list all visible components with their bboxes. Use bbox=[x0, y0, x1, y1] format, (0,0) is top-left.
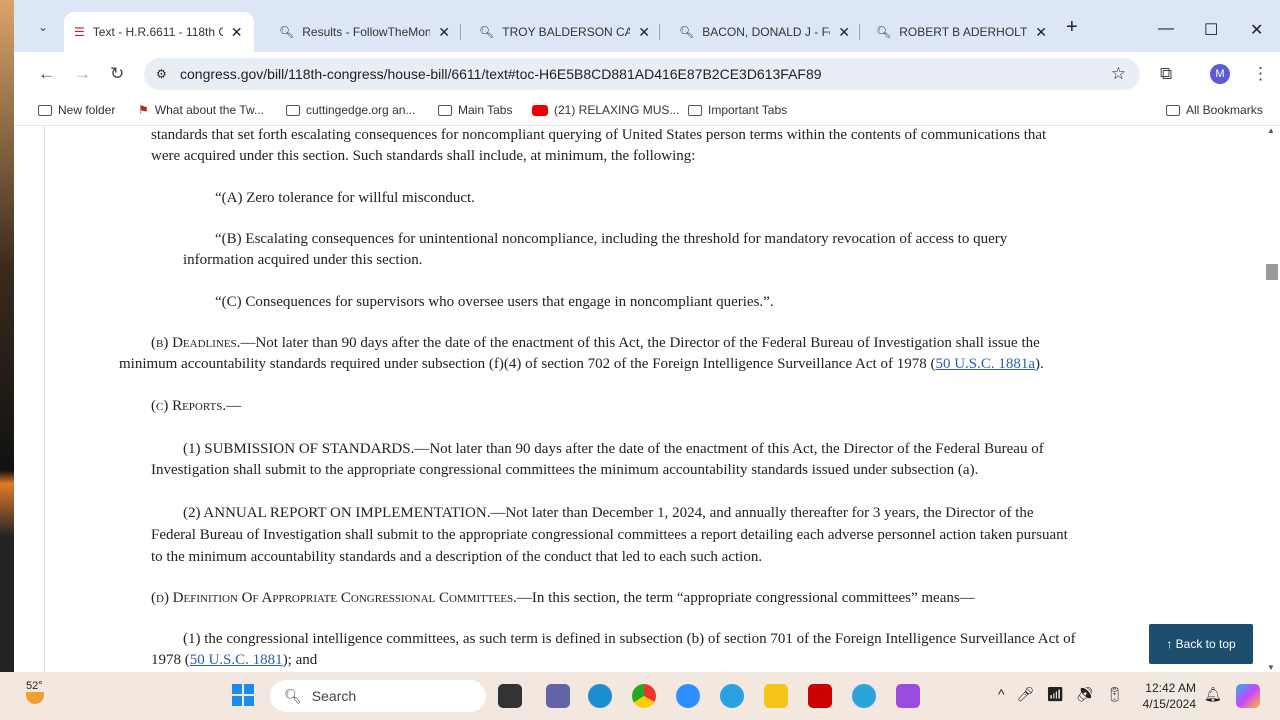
bookmark-item[interactable]: New folder bbox=[38, 103, 115, 117]
system-tray-icons[interactable]: ^🎤︎📶︎🔊︎🔋︎ bbox=[998, 686, 1136, 703]
bookmark-item[interactable]: Main Tabs bbox=[438, 103, 512, 117]
folder-icon bbox=[1166, 104, 1180, 116]
back-button[interactable]: ← bbox=[38, 64, 55, 84]
usc-link[interactable]: 50 U.S.C. 1881a bbox=[935, 356, 1035, 372]
zoom-icon[interactable] bbox=[676, 684, 700, 708]
tab[interactable]: 🔍︎ Results - FollowTheMoney ✕ bbox=[269, 12, 464, 52]
search-icon: 🔍︎ bbox=[876, 25, 892, 39]
close-tab-icon[interactable]: ✕ bbox=[231, 24, 243, 41]
telegram-icon[interactable] bbox=[852, 684, 876, 708]
copilot-icon[interactable] bbox=[1236, 684, 1260, 708]
back-to-top-button[interactable]: ↑ Back to top bbox=[1149, 624, 1253, 664]
tab-active[interactable]: ☰Text - H.R.6611 - 118th Congress✕ bbox=[64, 12, 254, 52]
task-view-icon[interactable] bbox=[498, 684, 522, 708]
site-info-icon[interactable]: ⚙ bbox=[156, 67, 167, 81]
help-icon[interactable] bbox=[720, 684, 744, 708]
bookmarks-bar: New folder ⚑ What about the Tw... cutting… bbox=[14, 96, 1280, 126]
close-tab-icon[interactable]: ✕ bbox=[838, 24, 850, 41]
youtube-icon bbox=[532, 104, 548, 116]
bill-text: standards that set forth escalating cons… bbox=[44, 126, 1262, 672]
close-window-button[interactable]: ✕ bbox=[1250, 20, 1263, 40]
search-icon: 🔍︎ bbox=[279, 25, 295, 39]
url-input[interactable]: ⚙ congress.gov/bill/118th-congress/house-… bbox=[144, 58, 1140, 90]
bookmark-item[interactable]: Important Tabs bbox=[688, 103, 787, 117]
reload-button[interactable]: ↻ bbox=[110, 64, 124, 84]
folder-icon bbox=[286, 104, 300, 116]
us-flag-icon: ☰ bbox=[74, 25, 85, 39]
maximize-button[interactable]: ☐ bbox=[1204, 20, 1218, 40]
profile-avatar[interactable]: M bbox=[1210, 64, 1230, 84]
menu-icon[interactable]: ⋮ bbox=[1252, 64, 1269, 84]
scrollbar[interactable]: ▲ ▼ bbox=[1262, 126, 1280, 672]
all-bookmarks[interactable]: All Bookmarks bbox=[1166, 103, 1263, 117]
close-tab-icon[interactable]: ✕ bbox=[1035, 24, 1047, 41]
folder-icon bbox=[688, 104, 702, 116]
bookmark-star-icon[interactable]: ☆ bbox=[1111, 64, 1126, 84]
windows-start-icon[interactable] bbox=[232, 684, 254, 706]
taskbar: 52° 🔍︎ Search ^🎤︎📶︎🔊︎🔋︎ 12:42 AM 4/15/2024… bbox=[0, 672, 1280, 720]
scrollbar-thumb[interactable] bbox=[1266, 264, 1278, 280]
close-tab-icon[interactable]: ✕ bbox=[438, 24, 450, 41]
bookmark-item[interactable]: cuttingedge.org an... bbox=[286, 103, 415, 117]
tab-bar: ⌄ ☰Text - H.R.6611 - 118th Congress✕ 🔍︎R… bbox=[14, 0, 1280, 52]
tab-search-chevron-icon[interactable]: ⌄ bbox=[38, 20, 48, 34]
taskbar-search[interactable]: 🔍︎ Search bbox=[270, 680, 486, 712]
tab[interactable]: 🔍︎TROY BALDERSON CAMPAIGN✕ bbox=[469, 12, 664, 52]
bookmark-item[interactable]: ⚑ What about the Tw... bbox=[138, 103, 264, 117]
acrobat-icon[interactable] bbox=[808, 684, 832, 708]
new-tab-button[interactable]: + bbox=[1066, 16, 1078, 39]
address-bar-row: ← → ↻ ⚙ congress.gov/bill/118th-congress/… bbox=[14, 52, 1280, 96]
notification-bell-icon[interactable]: 🔔︎ bbox=[1204, 686, 1222, 703]
minimize-button[interactable]: — bbox=[1158, 20, 1174, 38]
edge-icon[interactable] bbox=[588, 684, 612, 708]
close-tab-icon[interactable]: ✕ bbox=[638, 24, 650, 41]
folder-icon bbox=[438, 104, 452, 116]
extensions-icon[interactable]: ⧉ bbox=[1160, 64, 1172, 84]
clock[interactable]: 12:42 AM 4/15/2024 bbox=[1140, 680, 1196, 712]
flag-icon: ⚑ bbox=[138, 103, 149, 117]
weather-widget[interactable]: 52° bbox=[26, 680, 44, 704]
tab[interactable]: 🔍︎ROBERT B ADERHOLT CAMPAIGN✕ bbox=[866, 12, 1061, 52]
chrome-icon[interactable] bbox=[632, 684, 656, 708]
browser-window: ⌄ ☰Text - H.R.6611 - 118th Congress✕ 🔍︎R… bbox=[14, 0, 1280, 672]
folder-icon bbox=[38, 104, 52, 116]
search-icon: 🔍︎ bbox=[479, 25, 495, 39]
file-explorer-icon[interactable] bbox=[764, 684, 788, 708]
search-icon: 🔍︎ bbox=[284, 687, 302, 704]
clipchamp-icon[interactable] bbox=[896, 684, 920, 708]
tab[interactable]: 🔍︎BACON, DONALD J - FollowTheMoney✕ bbox=[669, 12, 864, 52]
usc-link[interactable]: 50 U.S.C. 1881 bbox=[190, 652, 283, 668]
desktop-background bbox=[0, 0, 14, 672]
forward-button[interactable]: → bbox=[74, 64, 91, 84]
search-icon: 🔍︎ bbox=[679, 25, 695, 39]
teams-icon[interactable] bbox=[546, 684, 570, 708]
bookmark-item[interactable]: (21) RELAXING MUS... bbox=[532, 103, 679, 117]
